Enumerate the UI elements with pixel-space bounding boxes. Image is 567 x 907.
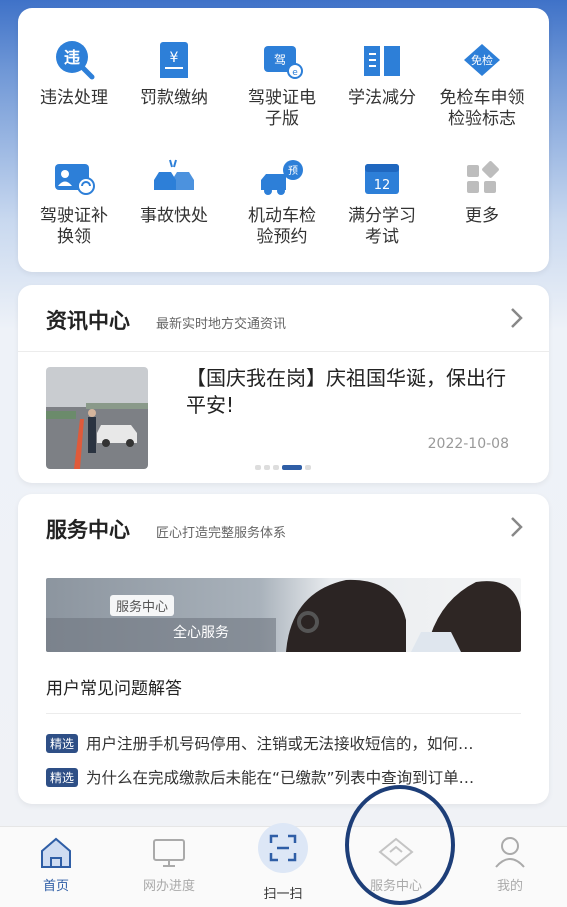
grid-label: 驾驶证补 换领 [40,206,108,247]
carousel-dot-active [282,465,302,470]
carousel-dot [264,465,270,470]
svg-text:预: 预 [288,165,298,177]
svg-text:12: 12 [374,178,391,193]
bottom-tab-bar: 首页 网办进度 扫一扫 服务中心 我的 [0,823,567,907]
scan-icon [269,834,297,862]
service-center-card: 服务中心 匠心打造完整服务体系 服务中心 全心服务 用户常见问题解答 精选 用户… [18,494,549,804]
banner-text: 全心服务 [173,625,229,641]
faq-item[interactable]: 精选 为什么在完成缴款后未能在“已缴款”列表中查询到订单… [46,766,526,788]
scan-button[interactable] [258,823,308,873]
banner-tag: 服务中心 [110,595,175,616]
news-article-title[interactable]: 【国庆我在岗】庆祖国华诞，保出行平安! [186,365,516,419]
svg-text:驾: 驾 [274,53,286,67]
grid-item-e-license[interactable]: 驾 e 驾驶证电 子版 [232,38,332,130]
grid-item-fine[interactable]: ¥ 罚款缴纳 [124,38,224,109]
svg-text:免检: 免检 [471,53,493,67]
monitor-icon [153,839,185,867]
tab-label: 服务中心 [369,879,422,894]
tab-label: 首页 [42,879,69,894]
faq-question: 用户注册手机号码停用、注销或无法接收短信的，如何… [86,735,474,753]
book-icon [364,46,400,76]
tab-label: 扫一扫 [263,887,303,902]
news-section-subtitle: 最新实时地方交通资讯 [156,317,287,332]
divider [46,713,521,714]
grid-label: 更多 [465,206,499,226]
home-icon [41,837,71,868]
carousel-dot [273,465,279,470]
grid-label: 机动车检 验预约 [248,206,316,247]
grid-label: 事故快处 [140,206,208,226]
svg-text:违: 违 [64,48,80,67]
truck-booking-icon: 预 [261,160,303,195]
chevron-right-icon[interactable] [509,516,523,538]
violation-search-icon: 违 [56,41,95,80]
accident-icon [154,159,194,190]
svg-text:e: e [292,68,298,78]
service-banner[interactable]: 服务中心 全心服务 [46,578,521,652]
license-renew-icon [55,164,95,195]
grid-label: 罚款缴纳 [140,88,208,108]
faq-item[interactable]: 精选 用户注册手机号码停用、注销或无法接收短信的，如何… [46,732,526,754]
news-thumbnail[interactable] [46,367,148,469]
tab-label: 网办进度 [142,879,195,894]
divider [18,351,549,352]
grid-item-vehicle-booking[interactable]: 预 机动车检 验预约 [232,156,332,248]
tab-home[interactable]: 首页 [6,835,106,894]
news-section-title: 资讯中心 [46,309,130,333]
calendar-12-icon: 12 [365,164,399,194]
inspection-exempt-icon: 免检 [464,44,500,76]
tab-service-center[interactable]: 服务中心 [346,835,446,894]
grid-item-violation[interactable]: 违 违法处理 [24,38,124,109]
grid-item-full-score-exam[interactable]: 12 满分学习 考试 [332,156,432,248]
grid-item-accident[interactable]: 事故快处 [124,156,224,227]
grid-item-license-renew[interactable]: 驾驶证补 换领 [24,156,124,248]
service-section-title: 服务中心 [46,518,130,542]
service-section-subtitle: 匠心打造完整服务体系 [156,526,287,541]
grid-label: 免检车申领 检验标志 [439,88,525,129]
grid-item-inspection-exempt[interactable]: 免检 免检车申领 检验标志 [432,38,532,130]
faq-title: 用户常见问题解答 [46,679,182,699]
carousel-dot [305,465,311,470]
tab-mine[interactable]: 我的 [460,835,560,894]
carousel-dot [255,465,261,470]
featured-badge: 精选 [46,733,79,753]
grid-item-study-points[interactable]: 学法减分 [332,38,432,109]
grid-label: 学法减分 [348,88,416,108]
grid-label: 驾驶证电 子版 [248,88,316,129]
grid-item-more[interactable]: 更多 [432,156,532,227]
e-license-icon: 驾 e [264,46,303,79]
carousel-indicator [255,465,311,470]
tab-label: 我的 [496,879,523,894]
faq-question: 为什么在完成缴款后未能在“已缴款”列表中查询到订单… [86,769,475,787]
chevron-right-icon[interactable] [509,307,523,329]
service-grid-card: 违 违法处理 ¥ 罚款缴纳 驾 e 驾驶证电 子版 学法减分 免检 免检车申领 … [18,8,549,272]
grid-label: 违法处理 [40,88,108,108]
svg-text:¥: ¥ [170,50,179,66]
fine-bill-icon: ¥ [160,42,188,78]
news-card: 资讯中心 最新实时地方交通资讯 【国庆我在岗】庆祖国华诞，保出行平安! 2022… [18,285,549,483]
tab-scan[interactable]: 扫一扫 [233,823,333,902]
tab-progress[interactable]: 网办进度 [119,835,219,894]
user-icon [495,837,525,868]
service-diamond-icon [378,837,414,867]
featured-badge: 精选 [46,767,79,787]
grid-label: 满分学习 考试 [348,206,416,247]
more-grid-icon [467,161,499,193]
news-date: 2022-10-08 [427,436,509,452]
